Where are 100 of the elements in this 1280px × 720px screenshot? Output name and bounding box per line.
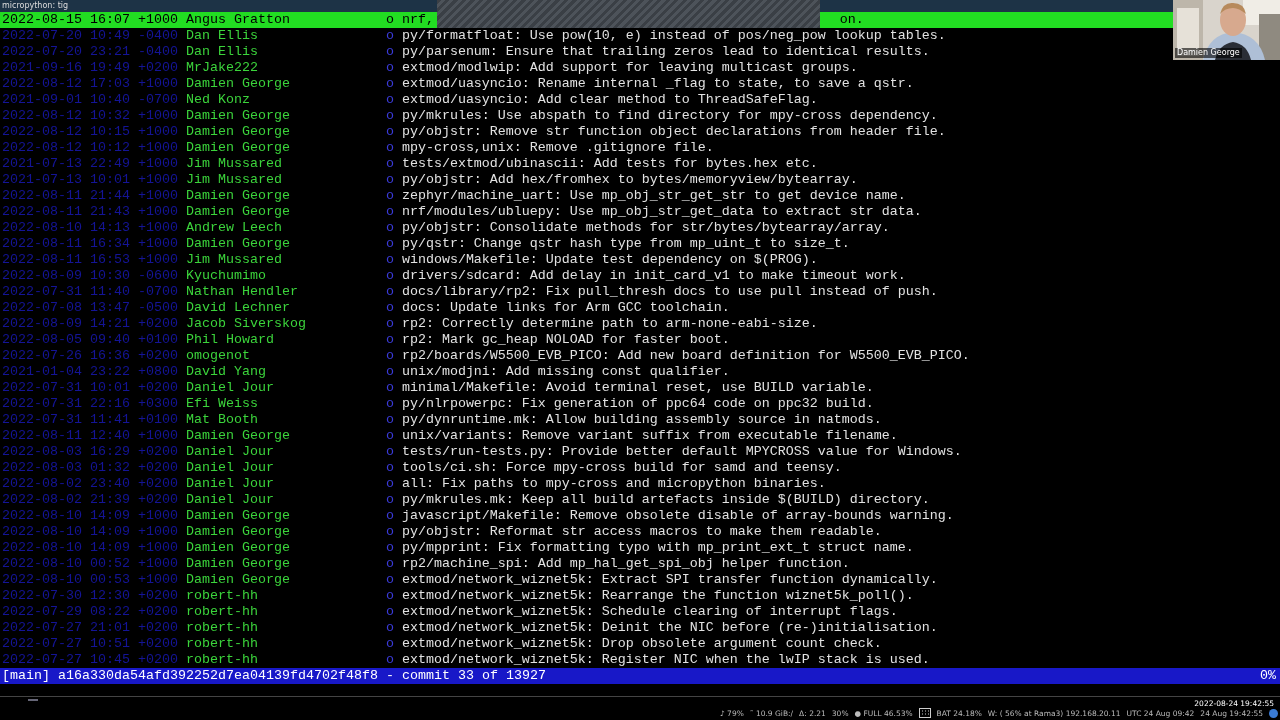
commit-row[interactable]: 2022-07-31 22:16 +0300 Efi Weiss o py/nlrpowerpc: Fix generation of ppc64 code on ppc32 build.	[0, 396, 1173, 412]
commit-author: Ned Konz	[185, 92, 251, 108]
commit-row[interactable]: 2021-07-13 22:49 +1000 Jim Mussared o tests/extmod/ubinascii: Add tests for bytes.hex etc.	[0, 156, 1173, 172]
commit-message: nrf/modules/ubluepy: Use mp_obj_str_get_data to extract str data.	[401, 204, 922, 220]
commit-row[interactable]: 2022-08-10 14:09 +1000 Damien George o py/mpprint: Fix formatting typo with mp_print_ext_t struct name.	[0, 540, 1173, 556]
commit-row[interactable]: 2022-08-05 09:40 +0100 Phil Howard o rp2: Mark gc_heap NOLOAD for faster boot.	[0, 332, 1173, 348]
commit-row[interactable]: 2022-08-03 01:32 +0200 Daniel Jour o tools/ci.sh: Force mpy-cross build for samd and teensy.	[0, 460, 1173, 476]
commit-row[interactable]: 2022-07-29 08:22 +0200 robert-hh o extmod/network_wiznet5k: Schedule clearing of interrupt flags.	[0, 604, 1173, 620]
commit-date: 2022-07-20 23:21 -0400	[2, 44, 179, 60]
commit-message: rp2/machine_spi: Add mp_hal_get_spi_obj helper function.	[401, 556, 850, 572]
commit-date: 2022-08-10 00:52 +1000	[2, 556, 179, 572]
tray-icon[interactable]	[1269, 708, 1278, 718]
graph-marker: o	[385, 348, 395, 364]
graph-marker: o	[385, 220, 395, 236]
commit-author: David Yang	[185, 364, 267, 380]
commit-author: omogenot	[185, 348, 251, 364]
commit-row[interactable]: 2022-08-12 10:12 +1000 Damien George o mpy-cross,unix: Remove .gitignore file.	[0, 140, 1173, 156]
commit-date: 2022-07-31 11:40 -0700	[2, 284, 179, 300]
commit-row[interactable]: 2022-07-31 11:40 -0700 Nathan Hendler o docs/library/rp2: Fix pull_thresh docs to use pull instead of push.	[0, 284, 1173, 300]
commit-author: Damien George	[185, 524, 291, 540]
commit-author: Dan Ellis	[185, 28, 259, 44]
commit-date: 2022-08-09 10:30 -0600	[2, 268, 179, 284]
commit-author: Dan Ellis	[185, 44, 259, 60]
commit-row[interactable]: 2022-07-27 10:51 +0200 robert-hh o extmod/network_wiznet5k: Drop obsolete argument count check.	[0, 636, 1173, 652]
commit-row[interactable]: 2022-07-26 16:36 +0200 omogenot o rp2/boards/W5500_EVB_PICO: Add new board definition for W5500_EVB_PICO.	[0, 348, 1173, 364]
commit-date: 2022-08-05 09:40 +0100	[2, 332, 179, 348]
commit-row[interactable]: 2022-08-11 16:34 +1000 Damien George o py/qstr: Change qstr hash type from mp_uint_t to size_t.	[0, 236, 1173, 252]
graph-marker: o	[385, 572, 395, 588]
graph-marker: o	[385, 76, 395, 92]
commit-row[interactable]: 2022-08-03 16:29 +0200 Daniel Jour o tests/run-tests.py: Provide better default MPYCROSS value for Windows.	[0, 444, 1173, 460]
commit-row[interactable]: 2022-08-10 14:09 +1000 Damien George o py/objstr: Reformat str access macros to make them readable.	[0, 524, 1173, 540]
commit-row[interactable]: 2022-07-27 10:45 +0200 robert-hh o extmod/network_wiznet5k: Register NIC when the lwIP stack is used.	[0, 652, 1173, 668]
commit-row[interactable]: 2022-08-09 14:21 +0200 Jacob Siverskog o rp2: Correctly determine path to arm-none-eabi-size.	[0, 316, 1173, 332]
commit-date: 2022-07-08 13:47 -0500	[2, 300, 179, 316]
commit-row[interactable]: 2022-08-12 10:15 +1000 Damien George o py/objstr: Remove str function object declarations from header file.	[0, 124, 1173, 140]
commit-message: extmod/modlwip: Add support for leaving multicast groups.	[401, 60, 858, 76]
commit-row[interactable]: 2022-07-31 10:01 +0200 Daniel Jour o minimal/Makefile: Avoid terminal reset, use BUILD variable.	[0, 380, 1173, 396]
graph-marker: o	[385, 300, 395, 316]
commit-row[interactable]: 2022-08-11 12:40 +1000 Damien George o unix/variants: Remove variant suffix from executable filename.	[0, 428, 1173, 444]
commit-row[interactable]: 2022-08-12 10:32 +1000 Damien George o py/mkrules: Use abspath to find directory for mpy-cross dependency.	[0, 108, 1173, 124]
commit-author: Phil Howard	[185, 332, 275, 348]
graph-marker: o	[385, 444, 395, 460]
graph-marker: o	[385, 332, 395, 348]
commit-row[interactable]: 2022-07-30 12:30 +0200 robert-hh o extmod/network_wiznet5k: Rearrange the function wiznet5k_poll().	[0, 588, 1173, 604]
commit-row[interactable]: 2021-01-04 23:22 +0800 David Yang o unix/modjni: Add missing const qualifier.	[0, 364, 1173, 380]
commit-row[interactable]: 2022-07-27 21:01 +0200 robert-hh o extmod/network_wiznet5k: Deinit the NIC before (re-)initialisation.	[0, 620, 1173, 636]
commit-message: extmod/network_wiznet5k: Extract SPI transfer function dynamically.	[401, 572, 938, 588]
commit-date: 2022-07-27 10:51 +0200	[2, 636, 179, 652]
status-text: [main] a16a330da54afd392252d7ea04139fd4702f48f8 - commit 33 of 13927	[2, 668, 546, 684]
commit-row[interactable]: 2022-08-10 00:53 +1000 Damien George o extmod/network_wiznet5k: Extract SPI transfer function dynamically.	[0, 572, 1173, 588]
commit-author: Jacob Siverskog	[185, 316, 307, 332]
commit-message: rp2: Mark gc_heap NOLOAD for faster boot.	[401, 332, 730, 348]
commit-author: Nathan Hendler	[185, 284, 299, 300]
commit-message: minimal/Makefile: Avoid terminal reset, use BUILD variable.	[401, 380, 874, 396]
commit-message: tools/ci.sh: Force mpy-cross build for samd and teensy.	[401, 460, 842, 476]
commit-message: unix/modjni: Add missing const qualifier.	[401, 364, 730, 380]
commit-message: extmod/network_wiznet5k: Register NIC when the lwIP stack is used.	[401, 652, 930, 668]
commit-message: extmod/network_wiznet5k: Schedule clearing of interrupt flags.	[401, 604, 898, 620]
commit-author: robert-hh	[185, 652, 259, 668]
commit-row[interactable]: 2022-08-11 16:53 +1000 Jim Mussared o windows/Makefile: Update test dependency on $(PROG).	[0, 252, 1173, 268]
commit-message: extmod/network_wiznet5k: Rearrange the function wiznet5k_poll().	[401, 588, 914, 604]
commit-date: 2022-08-11 16:34 +1000	[2, 236, 179, 252]
commit-message: drivers/sdcard: Add delay in init_card_v1 to make timeout work.	[401, 268, 906, 284]
commit-row[interactable]: 2022-07-08 13:47 -0500 David Lechner o docs: Update links for Arm GCC toolchain.	[0, 300, 1173, 316]
commit-row[interactable]: 2022-07-20 23:21 -0400 Dan Ellis o py/parsenum: Ensure that trailing zeros lead to identical results.	[0, 44, 1173, 60]
commit-row[interactable]: 2022-08-02 23:40 +0200 Daniel Jour o all: Fix paths to mpy-cross and micropython binaries.	[0, 476, 1173, 492]
commit-message: rp2/boards/W5500_EVB_PICO: Add new board definition for W5500_EVB_PICO.	[401, 348, 970, 364]
commit-date: 2022-07-31 11:41 +0100	[2, 412, 179, 428]
commit-row[interactable]: 2021-09-01 10:40 -0700 Ned Konz o extmod/uasyncio: Add clear method to ThreadSafeFlag.	[0, 92, 1173, 108]
commit-message: py/mpprint: Fix formatting typo with mp_print_ext_t struct name.	[401, 540, 914, 556]
commit-date: 2022-08-12 10:15 +1000	[2, 124, 179, 140]
commit-author: MrJake222	[185, 60, 259, 76]
commit-row[interactable]: 2022-08-09 10:30 -0600 Kyuchumimo o drivers/sdcard: Add delay in init_card_v1 to make timeout work.	[0, 268, 1173, 284]
commit-row[interactable]: 2022-08-11 21:44 +1000 Damien George o zephyr/machine_uart: Use mp_obj_str_get_str to get device name.	[0, 188, 1173, 204]
commit-message: py/objstr: Consolidate methods for str/bytes/bytearray/array.	[401, 220, 890, 236]
commit-row[interactable]: 2022-07-31 11:41 +0100 Mat Booth o py/dynruntime.mk: Allow building assembly source in natmods.	[0, 412, 1173, 428]
commit-date: 2022-08-15 16:07 +1000	[2, 12, 179, 28]
commit-message: py/qstr: Change qstr hash type from mp_uint_t to size_t.	[401, 236, 850, 252]
commit-row[interactable]: 2021-07-13 10:01 +1000 Jim Mussared o py/objstr: Add hex/fromhex to bytes/memoryview/bytearray.	[0, 172, 1173, 188]
commit-date: 2022-07-20 10:49 -0400	[2, 28, 179, 44]
commit-author: Damien George	[185, 140, 291, 156]
commit-author: robert-hh	[185, 636, 259, 652]
commit-message: nrf,	[401, 12, 434, 28]
commit-message: mpy-cross,unix: Remove .gitignore file.	[401, 140, 714, 156]
commit-row[interactable]: 2022-08-10 00:52 +1000 Damien George o rp2/machine_spi: Add mp_hal_get_spi_obj helper function.	[0, 556, 1173, 572]
commit-row[interactable]: 2021-09-16 19:49 +0200 MrJake222 o extmod/modlwip: Add support for leaving multicast groups.	[0, 60, 1173, 76]
commit-row[interactable]: 2022-08-12 17:03 +1000 Damien George o extmod/uasyncio: Rename internal _flag to state, to save a qstr.	[0, 76, 1173, 92]
commit-author: Damien George	[185, 556, 291, 572]
commit-row[interactable]: 2022-08-10 14:09 +1000 Damien George o javascript/Makefile: Remove obsolete disable of array-bounds warning.	[0, 508, 1173, 524]
commit-row[interactable]: 2022-08-02 21:39 +0200 Daniel Jour o py/mkrules.mk: Keep all build artefacts inside $(BUILD) directory.	[0, 492, 1173, 508]
commit-date: 2022-08-02 23:40 +0200	[2, 476, 179, 492]
commit-row[interactable]: 2022-08-10 14:13 +1000 Andrew Leech o py/objstr: Consolidate methods for str/bytes/bytearray/array.	[0, 220, 1173, 236]
commit-row[interactable]: 2022-07-20 10:49 -0400 Dan Ellis o py/formatfloat: Use pow(10, e) instead of pos/neg_pow lookup tables.	[0, 28, 1173, 44]
graph-marker: o	[385, 620, 395, 636]
commit-author: Damien George	[185, 124, 291, 140]
commit-date: 2022-08-10 14:09 +1000	[2, 540, 179, 556]
commit-author: robert-hh	[185, 620, 259, 636]
graph-marker: o	[385, 492, 395, 508]
commit-author: Daniel Jour	[185, 444, 275, 460]
commit-row[interactable]: 2022-08-11 21:43 +1000 Damien George o nrf/modules/ubluepy: Use mp_obj_str_get_data to extract str data.	[0, 204, 1173, 220]
